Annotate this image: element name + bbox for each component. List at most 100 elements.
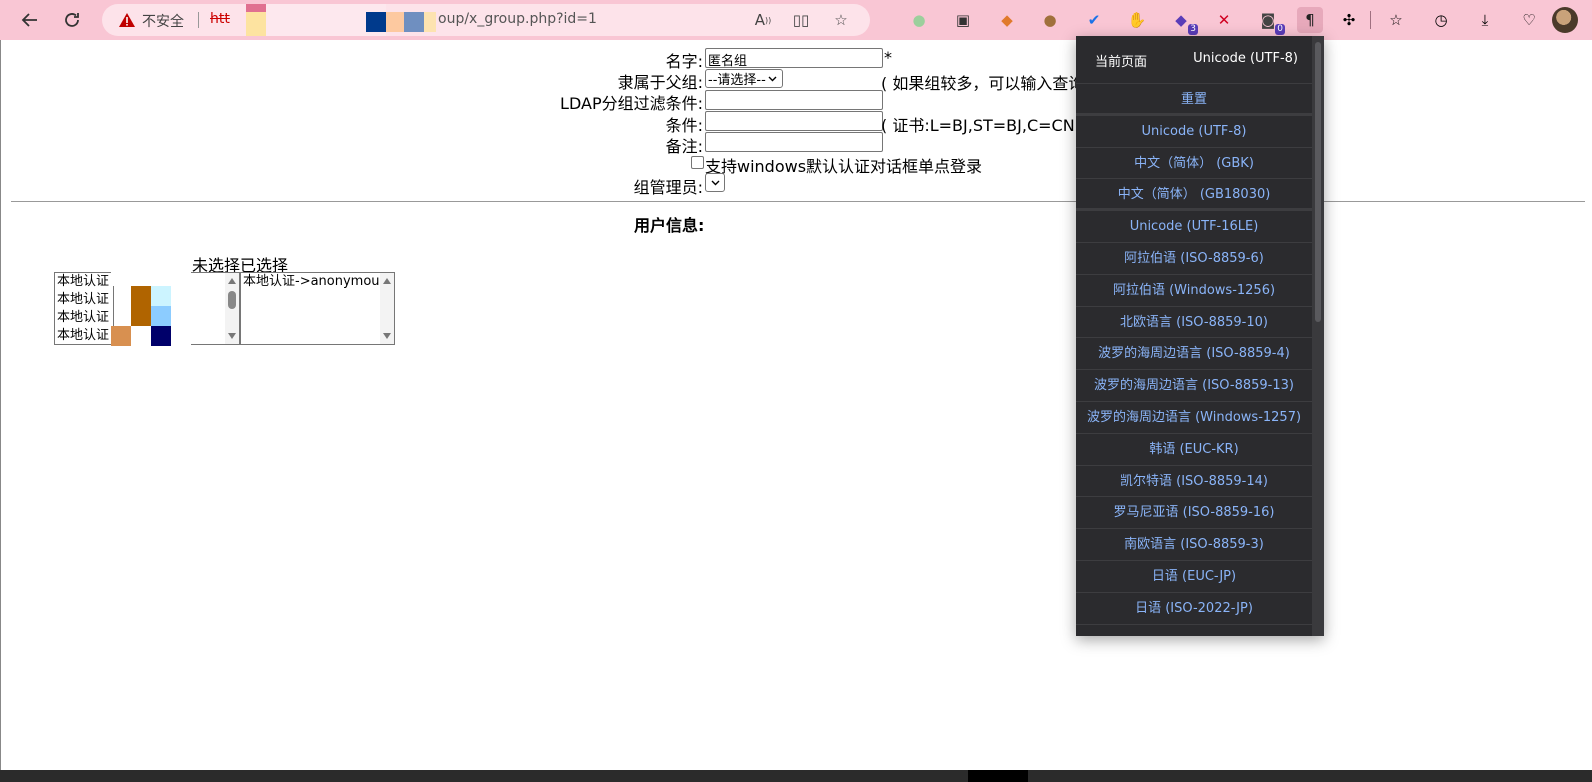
scroll-up-icon[interactable] — [383, 278, 391, 284]
section-divider — [11, 201, 1585, 202]
taskbar-strip — [0, 770, 1592, 782]
redacted-url-block — [404, 12, 424, 32]
encoding-option[interactable]: 日语 (EUC-JP) — [1076, 561, 1312, 593]
redacted-block — [151, 306, 171, 326]
redacted-block — [111, 326, 131, 346]
encoding-option[interactable]: 南欧语言 (ISO-8859-3) — [1076, 529, 1312, 561]
list-item[interactable]: 本地认证 — [55, 327, 113, 344]
encoding-option[interactable]: 波罗的海周边语言 (Windows-1257) — [1076, 402, 1312, 434]
encoding-menu: 当前页面 Unicode (UTF-8) 重置 Unicode (UTF-8) 中… — [1076, 36, 1324, 636]
history-icon[interactable]: ◷ — [1428, 7, 1454, 33]
encoding-option[interactable]: 北欧语言 (ISO-8859-10) — [1076, 307, 1312, 339]
remark-label: 备注: — [665, 137, 703, 156]
redacted-block — [111, 272, 131, 286]
split-screen-icon[interactable]: ▯▯ — [790, 9, 812, 31]
unselected-users-list[interactable]: 本地认证 本地认证 本地认证 本地认证 — [54, 272, 114, 345]
condition-input[interactable] — [705, 111, 883, 131]
extension-badge: 3 — [1188, 24, 1198, 35]
encoding-menu-scrollbar[interactable] — [1312, 36, 1324, 636]
redacted-url-block — [386, 12, 404, 32]
encoding-option[interactable]: Unicode (UTF-16LE) — [1076, 211, 1312, 243]
puzzle-icon[interactable]: ✣ — [1336, 7, 1362, 33]
circle-extension-icon[interactable]: ● — [906, 7, 932, 33]
refresh-icon[interactable] — [58, 6, 86, 34]
encoding-options: 重置 Unicode (UTF-8) 中文（简体） (GBK) 中文（简体） (GB… — [1076, 84, 1312, 625]
profile-avatar[interactable] — [1552, 7, 1578, 33]
redacted-block — [131, 286, 151, 326]
parent-group-select[interactable]: --请选择-- — [705, 69, 783, 88]
selected-users-list[interactable]: 本地认证->anonymous — [240, 272, 395, 345]
chevron-down-icon — [711, 180, 719, 185]
page-content: 名字: 匿名组 * 隶属于父组: --请选择-- ( 如果组较多，可以输入查询 … — [0, 40, 1592, 770]
encoding-reset-item[interactable]: 重置 — [1076, 84, 1312, 116]
chevron-down-icon — [768, 76, 777, 81]
list-item[interactable]: 本地认证 — [55, 291, 113, 309]
required-mark: * — [884, 48, 892, 67]
condition-hint: ( 证书:L=BJ,ST=BJ,C=CN ) — [881, 116, 1086, 135]
scroll-down-icon[interactable] — [383, 333, 391, 339]
security-status[interactable]: 不安全 — [142, 11, 184, 31]
pilcrow-extension-icon[interactable]: ¶ — [1297, 7, 1323, 33]
sso-checkbox[interactable] — [691, 156, 704, 169]
scroll-down-icon[interactable] — [228, 333, 236, 339]
encoding-menu-header: 当前页面 Unicode (UTF-8) — [1076, 36, 1312, 84]
group-manager-label: 组管理员: — [633, 178, 703, 197]
favorites-icon[interactable]: ☆ — [1383, 7, 1409, 33]
encoding-option[interactable]: 阿拉伯语 (ISO-8859-6) — [1076, 243, 1312, 275]
encoding-option[interactable]: 中文（简体） (GBK) — [1076, 148, 1312, 180]
cookie-extension-icon[interactable]: ● — [1037, 7, 1063, 33]
encoding-option[interactable]: 中文（简体） (GB18030) — [1076, 179, 1312, 212]
scrollbar-thumb[interactable] — [228, 291, 236, 309]
encoding-option[interactable]: 波罗的海周边语言 (ISO-8859-13) — [1076, 370, 1312, 402]
redacted-url-block — [246, 4, 266, 12]
redacted-url-block — [424, 12, 436, 32]
extension-badge: 0 — [1275, 24, 1285, 35]
download-icon[interactable]: ⤓ — [1472, 7, 1498, 33]
scrollbar-thumb[interactable] — [1315, 42, 1321, 322]
url-path: oup/x_group.php?id=1 — [438, 11, 597, 27]
fox-extension-icon[interactable]: ◆ — [994, 7, 1020, 33]
encoding-option[interactable]: 罗马尼亚语 (ISO-8859-16) — [1076, 497, 1312, 530]
browser-toolbar: 不安全 htt oup/x_group.php?id=1 A)) ▯▯ ☆ ● ▣… — [0, 0, 1592, 40]
encoding-option[interactable]: 韩语 (EUC-KR) — [1076, 434, 1312, 466]
encoding-option[interactable]: 凯尔特语 (ISO-8859-14) — [1076, 466, 1312, 498]
star-icon[interactable]: ☆ — [830, 9, 852, 31]
parent-group-hint: ( 如果组较多，可以输入查询 — [881, 74, 1085, 93]
scroll-up-icon[interactable] — [228, 278, 236, 284]
robot-extension-icon[interactable]: ◙ 0 — [1255, 7, 1285, 35]
x-extension-icon[interactable]: ✕ — [1211, 7, 1237, 33]
scrollbar-track[interactable] — [380, 273, 394, 344]
address-divider — [198, 12, 199, 28]
sso-checkbox-label: 支持windows默认认证对话框单点登录 — [705, 157, 983, 176]
list-item[interactable]: 本地认证 — [55, 273, 113, 291]
encoding-option[interactable]: 阿拉伯语 (Windows-1256) — [1076, 275, 1312, 307]
heart-pulse-icon[interactable]: ♡ — [1516, 7, 1542, 33]
ldap-filter-label: LDAP分组过滤条件: — [560, 94, 703, 113]
redacted-block — [151, 286, 171, 306]
encoding-option[interactable]: 波罗的海周边语言 (ISO-8859-4) — [1076, 338, 1312, 371]
hand-extension-icon[interactable]: ✋ — [1124, 7, 1150, 33]
scrollbar-track[interactable] — [225, 273, 239, 344]
redacted-block — [968, 770, 1028, 782]
remark-input[interactable] — [705, 132, 883, 152]
list-item[interactable]: 本地认证->anonymous — [241, 273, 394, 291]
address-bar[interactable]: 不安全 htt oup/x_group.php?id=1 A)) ▯▯ ☆ — [102, 4, 870, 36]
current-encoding: Unicode (UTF-8) — [1193, 51, 1298, 66]
cube-extension-icon[interactable]: ◆ 3 — [1168, 7, 1198, 35]
encoding-option[interactable]: 日语 (ISO-2022-JP) — [1076, 593, 1312, 625]
read-aloud-icon[interactable]: A)) — [752, 9, 774, 31]
unselected-list-scrollbar[interactable] — [191, 272, 240, 345]
encoding-option[interactable]: Unicode (UTF-8) — [1076, 116, 1312, 148]
group-manager-select[interactable] — [705, 173, 725, 192]
ldap-filter-input[interactable] — [705, 90, 883, 110]
back-arrow-icon[interactable] — [16, 6, 44, 34]
redacted-block — [171, 272, 191, 345]
check-extension-icon[interactable]: ✔ — [1081, 7, 1107, 33]
redacted-block — [151, 326, 171, 346]
redacted-url-block — [366, 12, 386, 32]
warning-triangle-icon[interactable] — [118, 12, 136, 28]
list-item[interactable]: 本地认证 — [55, 309, 113, 327]
name-input[interactable]: 匿名组 — [705, 48, 883, 69]
toolbar-divider — [1370, 11, 1371, 29]
floppy-extension-icon[interactable]: ▣ — [950, 7, 976, 33]
